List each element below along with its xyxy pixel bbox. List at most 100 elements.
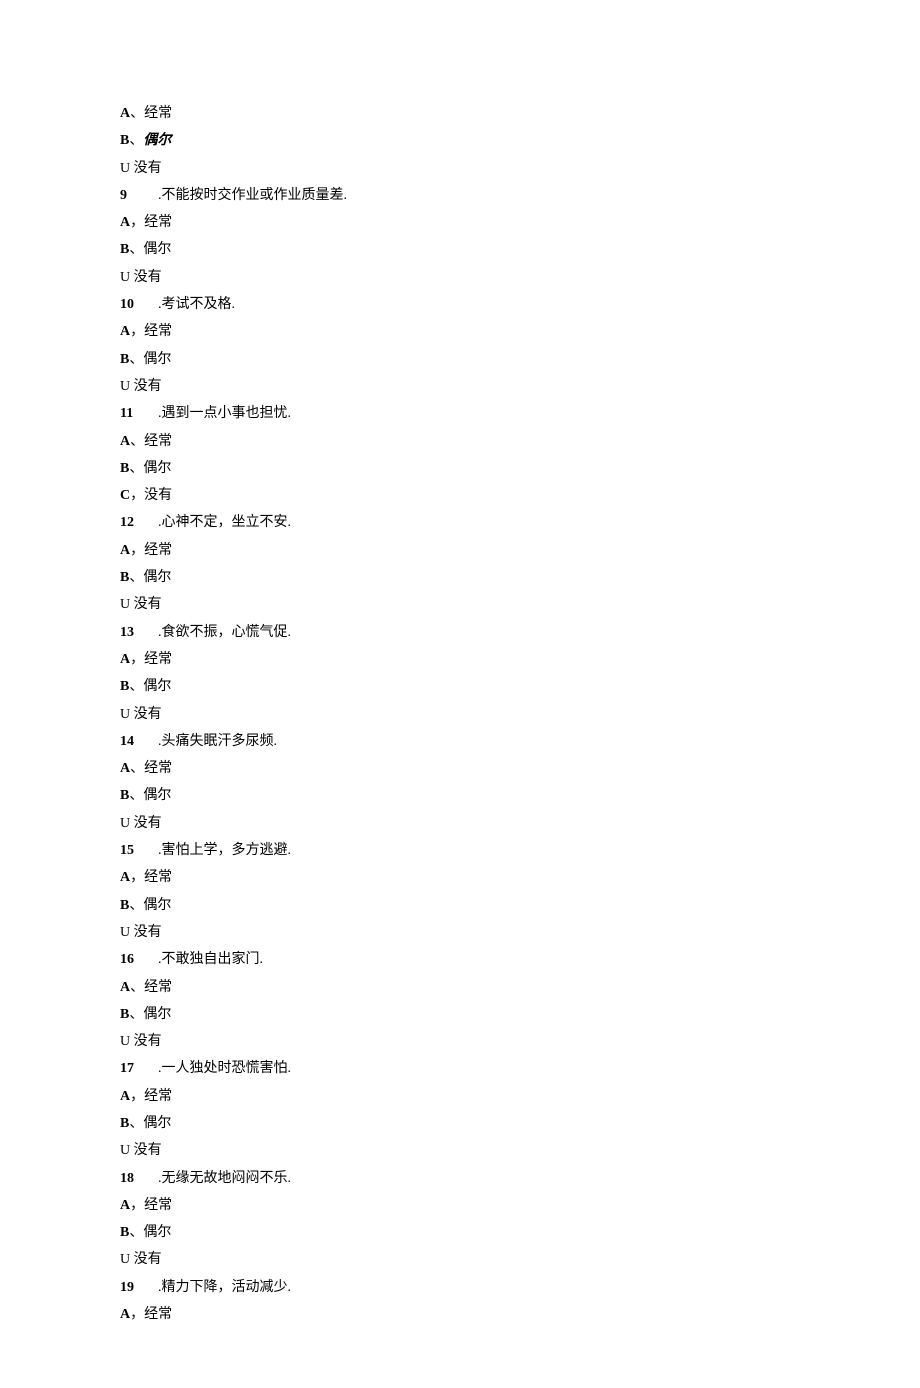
option-letter: A [120,215,130,230]
text-line: A，经常 [120,318,800,345]
text-line: 19 .精力下降，活动减少. [120,1274,800,1301]
option-text: U 没有 [120,270,162,285]
separator: 、 [130,106,144,121]
option-letter: B [120,242,129,257]
text-line: A，经常 [120,864,800,891]
text-line: B、偶尔 [120,1110,800,1137]
separator: 、 [129,679,143,694]
option-text: 偶尔 [143,352,171,367]
separator: 、 [129,898,143,913]
question-number: 14 [120,728,144,755]
text-line: A、经常 [120,974,800,1001]
question-number: 15 [120,837,144,864]
separator: ， [130,1198,144,1213]
question-text: .头痛失眠汗多尿频. [158,734,277,749]
option-letter: A [120,106,130,121]
option-letter: A [120,434,130,449]
question-text: .一人独处时恐慌害怕. [158,1061,291,1076]
text-line: A、经常 [120,428,800,455]
option-letter: A [120,870,130,885]
option-text: U 没有 [120,161,162,176]
option-text: 经常 [144,870,172,885]
text-line: U 没有 [120,373,800,400]
question-text: .遇到一点小事也担忧. [158,406,291,421]
question-text: .不敢独自出家门. [158,952,263,967]
text-line: 10 .考试不及格. [120,291,800,318]
option-text: 经常 [144,106,172,121]
question-number: 19 [120,1274,144,1301]
text-line: 9 .不能按时交作业或作业质量差. [120,182,800,209]
option-text: 经常 [144,543,172,558]
question-number: 13 [120,619,144,646]
text-line: A，经常 [120,1301,800,1328]
separator: ， [130,652,144,667]
separator: ， [130,324,144,339]
text-line: B、偶尔 [120,892,800,919]
question-text: .不能按时交作业或作业质量差. [158,188,347,203]
text-line: U 没有 [120,1137,800,1164]
text-line: B、偶尔 [120,346,800,373]
separator: ， [130,1307,144,1322]
option-text: 偶尔 [143,1225,171,1240]
question-text: .食欲不振，心慌气促. [158,625,291,640]
option-text: U 没有 [120,816,162,831]
option-text: 经常 [144,980,172,995]
option-letter: B [120,898,129,913]
separator: 、 [129,1225,143,1240]
text-line: A，经常 [120,537,800,564]
separator: 、 [129,352,143,367]
option-text: U 没有 [120,379,162,394]
question-number: 12 [120,509,144,536]
option-text: 偶尔 [143,570,171,585]
separator: 、 [129,788,143,803]
option-text: 偶尔 [143,461,171,476]
question-text: .考试不及格. [158,297,235,312]
text-line: 13 .食欲不振，心慌气促. [120,619,800,646]
question-text: .精力下降，活动减少. [158,1280,291,1295]
option-letter: B [120,679,129,694]
option-text: 经常 [144,324,172,339]
separator: 、 [129,1007,143,1022]
option-letter: B [120,1007,129,1022]
option-letter: A [120,543,130,558]
option-text: U 没有 [120,1252,162,1267]
text-line: 15.害怕上学，多方逃避. [120,837,800,864]
text-line: U 没有 [120,155,800,182]
option-text: 偶尔 [143,133,171,148]
option-letter: A [120,980,130,995]
option-text: U 没有 [120,597,162,612]
separator: 、 [129,461,143,476]
text-line: B、偶尔 [120,1219,800,1246]
question-number: 10 [120,291,144,318]
option-text: 经常 [144,761,172,776]
text-line: B、偶尔 [120,782,800,809]
separator: ， [130,543,144,558]
text-line: A，经常 [120,1192,800,1219]
text-line: 11.遇到一点小事也担忧. [120,400,800,427]
option-letter: A [120,652,130,667]
question-number: 9 [120,182,144,209]
option-letter: A [120,1089,130,1104]
option-text: 经常 [144,652,172,667]
text-line: B、偶尔 [120,564,800,591]
text-line: C，没有 [120,482,800,509]
text-line: 14 .头痛失眠汗多尿频. [120,728,800,755]
text-line: U 没有 [120,1246,800,1273]
option-letter: B [120,1225,129,1240]
separator: 、 [129,570,143,585]
option-letter: A [120,761,130,776]
option-text: 偶尔 [143,788,171,803]
question-number: 16 [120,946,144,973]
text-line: B、偶尔 [120,1001,800,1028]
option-text: 偶尔 [143,1116,171,1131]
separator: ， [130,870,144,885]
option-text: 经常 [144,215,172,230]
separator: 、 [129,242,143,257]
separator: 、 [130,980,144,995]
text-line: A、经常 [120,755,800,782]
separator: ， [130,215,144,230]
option-text: 偶尔 [143,898,171,913]
text-line: A，经常 [120,1083,800,1110]
option-text: 经常 [144,1198,172,1213]
option-text: 经常 [144,1089,172,1104]
